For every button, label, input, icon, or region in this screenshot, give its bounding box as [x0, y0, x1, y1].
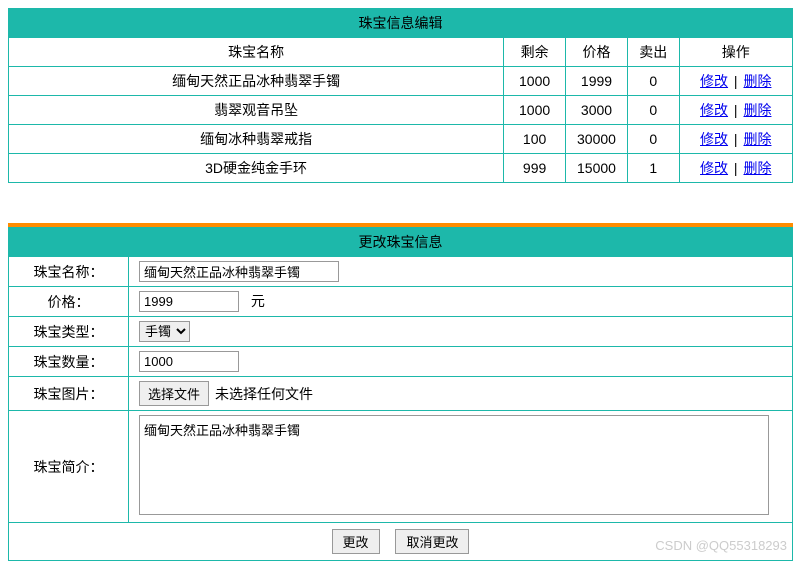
form-title: 更改珠宝信息 — [9, 228, 793, 257]
label-name: 珠宝名称： — [9, 257, 129, 287]
edit-link[interactable]: 修改 — [700, 131, 728, 147]
name-input[interactable] — [139, 261, 339, 282]
label-desc: 珠宝简介： — [9, 411, 129, 523]
cell-sold: 0 — [627, 125, 679, 154]
label-qty: 珠宝数量： — [9, 347, 129, 377]
cell-action: 修改 | 删除 — [679, 96, 792, 125]
col-name: 珠宝名称 — [9, 38, 504, 67]
jewelry-list-table: 珠宝信息编辑 珠宝名称 剩余 价格 卖出 操作 缅甸天然正品冰种翡翠手镯 100… — [8, 8, 793, 183]
cell-price: 1999 — [566, 67, 628, 96]
type-select[interactable]: 手镯 — [139, 321, 190, 342]
cell-remain: 100 — [504, 125, 566, 154]
cancel-button[interactable]: 取消更改 — [395, 529, 469, 554]
delete-link[interactable]: 删除 — [743, 102, 771, 118]
label-price: 价格： — [9, 287, 129, 317]
cell-action: 修改 | 删除 — [679, 67, 792, 96]
file-select-button[interactable]: 选择文件 — [139, 381, 209, 406]
col-action: 操作 — [679, 38, 792, 67]
label-image: 珠宝图片： — [9, 377, 129, 411]
cell-name: 翡翠观音吊坠 — [9, 96, 504, 125]
separator: | — [730, 131, 741, 147]
file-status: 未选择任何文件 — [215, 384, 313, 404]
cell-action: 修改 | 删除 — [679, 154, 792, 183]
price-input[interactable] — [139, 291, 239, 312]
delete-link[interactable]: 删除 — [743, 131, 771, 147]
edit-link[interactable]: 修改 — [700, 73, 728, 89]
separator: | — [730, 160, 741, 176]
watermark: CSDN @QQ55318293 — [655, 538, 787, 553]
cell-remain: 1000 — [504, 96, 566, 125]
col-sold: 卖出 — [627, 38, 679, 67]
cell-name: 3D硬金纯金手环 — [9, 154, 504, 183]
cell-remain: 1000 — [504, 67, 566, 96]
cell-sold: 1 — [627, 154, 679, 183]
table-row: 缅甸冰种翡翠戒指 100 30000 0 修改 | 删除 — [9, 125, 793, 154]
list-title: 珠宝信息编辑 — [9, 9, 793, 38]
price-unit: 元 — [251, 293, 265, 309]
cell-action: 修改 | 删除 — [679, 125, 792, 154]
delete-link[interactable]: 删除 — [743, 73, 771, 89]
cell-name: 缅甸冰种翡翠戒指 — [9, 125, 504, 154]
cell-sold: 0 — [627, 96, 679, 125]
desc-textarea[interactable] — [139, 415, 769, 515]
cell-name: 缅甸天然正品冰种翡翠手镯 — [9, 67, 504, 96]
cell-remain: 999 — [504, 154, 566, 183]
separator: | — [730, 73, 741, 89]
delete-link[interactable]: 删除 — [743, 160, 771, 176]
separator: | — [730, 102, 741, 118]
table-row: 翡翠观音吊坠 1000 3000 0 修改 | 删除 — [9, 96, 793, 125]
cell-price: 3000 — [566, 96, 628, 125]
edit-link[interactable]: 修改 — [700, 102, 728, 118]
cell-sold: 0 — [627, 67, 679, 96]
label-type: 珠宝类型： — [9, 317, 129, 347]
table-row: 3D硬金纯金手环 999 15000 1 修改 | 删除 — [9, 154, 793, 183]
table-row: 缅甸天然正品冰种翡翠手镯 1000 1999 0 修改 | 删除 — [9, 67, 793, 96]
qty-input[interactable] — [139, 351, 239, 372]
col-price: 价格 — [566, 38, 628, 67]
cell-price: 30000 — [566, 125, 628, 154]
col-remain: 剩余 — [504, 38, 566, 67]
edit-form-table: 更改珠宝信息 珠宝名称： 价格： 元 珠宝类型： 手镯 珠宝数量： 珠宝图片： … — [8, 227, 793, 561]
submit-button[interactable]: 更改 — [332, 529, 380, 554]
cell-price: 15000 — [566, 154, 628, 183]
edit-link[interactable]: 修改 — [700, 160, 728, 176]
